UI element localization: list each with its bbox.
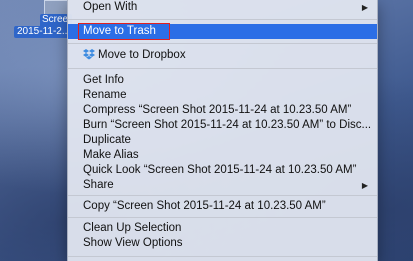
menu-item-make-alias[interactable]: Make Alias bbox=[68, 148, 377, 163]
menu-item-label: Share bbox=[83, 179, 114, 191]
menu-item-label: Compress “Screen Shot 2015-11-24 at 10.2… bbox=[83, 104, 352, 116]
menu-item-rename[interactable]: Rename bbox=[68, 88, 377, 103]
desktop-file-icon[interactable]: Scree 2015-11-2... bbox=[0, 0, 73, 44]
menu-item-label: Make Alias bbox=[83, 149, 139, 161]
menu-item-label: Copy “Screen Shot 2015-11-24 at 10.23.50… bbox=[83, 200, 326, 212]
menu-item-move-to-dropbox[interactable]: Move to Dropbox bbox=[68, 48, 377, 63]
menu-item-label: Open With bbox=[83, 1, 138, 13]
menu-separator bbox=[68, 256, 377, 257]
menu-item-clean-up-selection[interactable]: Clean Up Selection bbox=[68, 221, 377, 236]
menu-separator bbox=[68, 217, 377, 218]
menu-item-label: Move to Dropbox bbox=[98, 49, 186, 61]
menu-item-label: Show View Options bbox=[83, 237, 183, 249]
menu-item-label: Quick Look “Screen Shot 2015-11-24 at 10… bbox=[83, 164, 357, 176]
menu-item-label: Duplicate bbox=[83, 134, 131, 146]
menu-item-quick-look[interactable]: Quick Look “Screen Shot 2015-11-24 at 10… bbox=[68, 163, 377, 178]
submenu-arrow-icon: ▶ bbox=[361, 181, 368, 190]
annotation-highlight-box bbox=[78, 23, 170, 40]
menu-item-show-view-options[interactable]: Show View Options bbox=[68, 236, 377, 251]
menu-separator bbox=[68, 19, 377, 20]
menu-item-label: Get Info bbox=[83, 74, 124, 86]
menu-item-label: Rename bbox=[83, 89, 127, 101]
menu-item-compress[interactable]: Compress “Screen Shot 2015-11-24 at 10.2… bbox=[68, 103, 377, 118]
dropbox-icon bbox=[83, 49, 95, 60]
menu-item-open-with[interactable]: Open With ▶ bbox=[68, 0, 377, 15]
menu-item-get-info[interactable]: Get Info bbox=[68, 73, 377, 88]
menu-item-duplicate[interactable]: Duplicate bbox=[68, 133, 377, 148]
context-menu: Open With ▶ Move to Trash Move to Dropbo… bbox=[67, 0, 378, 261]
submenu-arrow-icon: ▶ bbox=[361, 3, 368, 12]
menu-item-copy[interactable]: Copy “Screen Shot 2015-11-24 at 10.23.50… bbox=[68, 199, 377, 214]
menu-item-label: Burn “Screen Shot 2015-11-24 at 10.23.50… bbox=[83, 119, 372, 131]
menu-item-burn[interactable]: Burn “Screen Shot 2015-11-24 at 10.23.50… bbox=[68, 118, 377, 133]
file-date-label[interactable]: 2015-11-2... bbox=[14, 26, 73, 38]
menu-separator bbox=[68, 195, 377, 196]
menu-item-share[interactable]: Share ▶ bbox=[68, 178, 377, 193]
menu-separator bbox=[68, 68, 377, 69]
menu-item-label: Clean Up Selection bbox=[83, 222, 182, 234]
menu-separator bbox=[68, 43, 377, 44]
